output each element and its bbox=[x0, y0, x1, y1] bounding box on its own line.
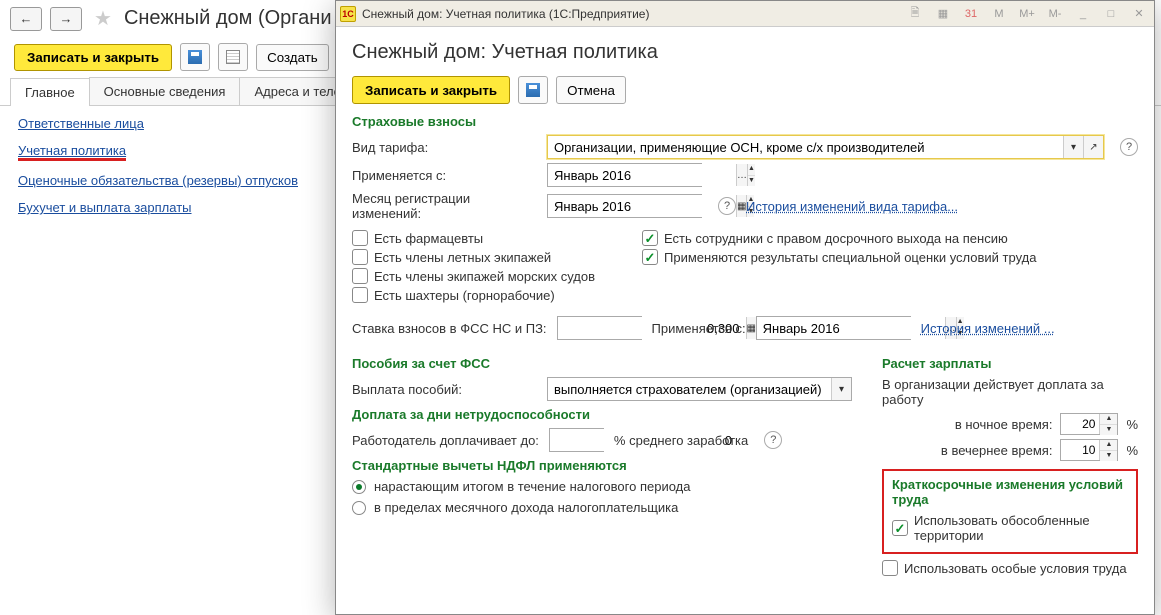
chk-special[interactable] bbox=[882, 560, 898, 576]
chk-territory[interactable] bbox=[892, 520, 908, 536]
benefit-pay-dropdown-btn[interactable]: ▾ bbox=[831, 378, 851, 400]
fss-applied-label: Применяется с: bbox=[652, 321, 746, 336]
dlg-save-button[interactable] bbox=[518, 76, 548, 104]
applied-from-spinner[interactable]: ▲▼ bbox=[747, 164, 755, 186]
chk-miner[interactable] bbox=[352, 287, 368, 303]
dlg-save-close-button[interactable]: Записать и закрыть bbox=[352, 76, 510, 104]
tariff-type-field[interactable] bbox=[548, 136, 1063, 158]
section-salary: Расчет зарплаты bbox=[882, 356, 1138, 371]
fss-rate-label: Ставка взносов в ФСС НС и ПЗ: bbox=[352, 321, 547, 336]
tb-min-icon[interactable]: _ bbox=[1074, 5, 1092, 23]
chk-ship-label: Есть члены экипажей морских судов bbox=[374, 269, 595, 284]
dialog-policy: 1C Снежный дом: Учетная политика (1С:Пре… bbox=[335, 0, 1155, 615]
history-tariff-link[interactable]: История изменений вида тарифа... bbox=[746, 199, 958, 214]
benefit-pay-label: Выплата пособий: bbox=[352, 382, 537, 397]
reg-month-cal-btn[interactable]: ▦ bbox=[736, 195, 746, 217]
section-short: Краткосрочные изменения условий труда bbox=[892, 477, 1128, 507]
chk-spec-label: Применяются результаты специальной оценк… bbox=[664, 250, 1036, 265]
section-insurance: Страховые взносы bbox=[352, 114, 1138, 129]
star-icon[interactable]: ★ bbox=[94, 6, 112, 31]
chk-pharma-label: Есть фармацевты bbox=[374, 231, 483, 246]
dialog-titlebar-text: Снежный дом: Учетная политика (1С:Предпр… bbox=[362, 7, 649, 21]
chk-pharma[interactable] bbox=[352, 230, 368, 246]
list-button[interactable] bbox=[218, 43, 248, 71]
night-pct: % bbox=[1126, 417, 1138, 432]
evening-field[interactable] bbox=[1061, 440, 1099, 460]
tariff-type-label: Вид тарифа: bbox=[352, 140, 537, 155]
section-ndfl: Стандартные вычеты НДФЛ применяются bbox=[352, 458, 852, 473]
reg-month-field[interactable] bbox=[548, 195, 736, 217]
evening-spinner[interactable]: ▲▼ bbox=[1099, 440, 1117, 460]
dialog-title: Снежный дом: Учетная политика bbox=[352, 41, 1138, 64]
radio-accum[interactable] bbox=[352, 480, 366, 494]
history-rate-link[interactable]: История изменений ... bbox=[921, 321, 1055, 336]
section-benefits: Пособия за счет ФСС bbox=[352, 356, 852, 371]
tb-max-icon[interactable]: □ bbox=[1102, 5, 1120, 23]
tb-mminus-icon[interactable]: M- bbox=[1046, 5, 1064, 23]
applied-from-label: Применяется с: bbox=[352, 168, 537, 183]
forward-button[interactable]: → bbox=[50, 7, 82, 31]
chk-crew[interactable] bbox=[352, 249, 368, 265]
reg-month-label: Месяц регистрации изменений: bbox=[352, 191, 537, 221]
evening-label: в вечернее время: bbox=[941, 443, 1053, 458]
chk-spec[interactable] bbox=[642, 249, 658, 265]
tb-mplus-icon[interactable]: M+ bbox=[1018, 5, 1036, 23]
tb-close-icon[interactable]: ✕ bbox=[1130, 5, 1148, 23]
tb-calc-icon[interactable]: ▦ bbox=[934, 5, 952, 23]
page-title: Снежный дом (Органи bbox=[124, 7, 332, 30]
night-field[interactable] bbox=[1061, 414, 1099, 434]
fss-rate-calc-btn[interactable]: ▦ bbox=[746, 317, 756, 339]
reg-month-help-icon[interactable]: ? bbox=[718, 197, 736, 215]
chk-crew-label: Есть члены летных экипажей bbox=[374, 250, 551, 265]
link-policy[interactable]: Учетная политика bbox=[18, 143, 126, 158]
save-button[interactable] bbox=[180, 43, 210, 71]
tariff-dropdown-btn[interactable]: ▾ bbox=[1063, 136, 1083, 158]
chk-special-label: Использовать особые условия труда bbox=[904, 561, 1127, 576]
chk-ship[interactable] bbox=[352, 268, 368, 284]
salary-note: В организации действует доплата за работ… bbox=[882, 377, 1138, 407]
back-button[interactable]: ← bbox=[10, 7, 42, 31]
dlg-cancel-button[interactable]: Отмена bbox=[556, 76, 626, 104]
employer-pays-help-icon[interactable]: ? bbox=[764, 431, 782, 449]
benefit-pay-field[interactable] bbox=[548, 378, 831, 400]
shortterm-box: Краткосрочные изменения условий труда Ис… bbox=[882, 469, 1138, 554]
tb-cal-icon[interactable]: 31 bbox=[962, 5, 980, 23]
night-spinner[interactable]: ▲▼ bbox=[1099, 414, 1117, 434]
fss-applied-field[interactable] bbox=[757, 317, 945, 339]
tab-main[interactable]: Главное bbox=[10, 78, 90, 106]
create-button[interactable]: Создать bbox=[256, 44, 329, 71]
chk-early-label: Есть сотрудники с правом досрочного выхо… bbox=[664, 231, 1008, 246]
night-label: в ночное время: bbox=[955, 417, 1053, 432]
evening-pct: % bbox=[1126, 443, 1138, 458]
radio-monthly[interactable] bbox=[352, 501, 366, 515]
applied-from-more-btn[interactable]: … bbox=[736, 164, 747, 186]
tab-basic[interactable]: Основные сведения bbox=[89, 77, 241, 105]
employer-pays-label: Работодатель доплачивает до: bbox=[352, 433, 539, 448]
chk-miner-label: Есть шахтеры (горнорабочие) bbox=[374, 288, 555, 303]
employer-pays-unit: % среднего заработка bbox=[614, 433, 748, 448]
tariff-open-btn[interactable]: ↗ bbox=[1083, 136, 1103, 158]
tb-m-icon[interactable]: M bbox=[990, 5, 1008, 23]
section-disability: Доплата за дни нетрудоспособности bbox=[352, 407, 852, 422]
dialog-titlebar[interactable]: 1C Снежный дом: Учетная политика (1С:Пре… bbox=[336, 1, 1154, 27]
applied-from-field[interactable] bbox=[548, 164, 736, 186]
save-close-button[interactable]: Записать и закрыть bbox=[14, 44, 172, 71]
radio-monthly-label: в пределах месячного дохода налогоплател… bbox=[374, 500, 678, 515]
app-1c-icon: 1C bbox=[340, 6, 356, 22]
chk-territory-label: Использовать обособленные территории bbox=[914, 513, 1128, 543]
chk-early[interactable] bbox=[642, 230, 658, 246]
tariff-help-icon[interactable]: ? bbox=[1120, 138, 1138, 156]
tb-doc-icon[interactable]: 🗎 bbox=[906, 5, 924, 23]
radio-accum-label: нарастающим итогом в течение налогового … bbox=[374, 479, 690, 494]
